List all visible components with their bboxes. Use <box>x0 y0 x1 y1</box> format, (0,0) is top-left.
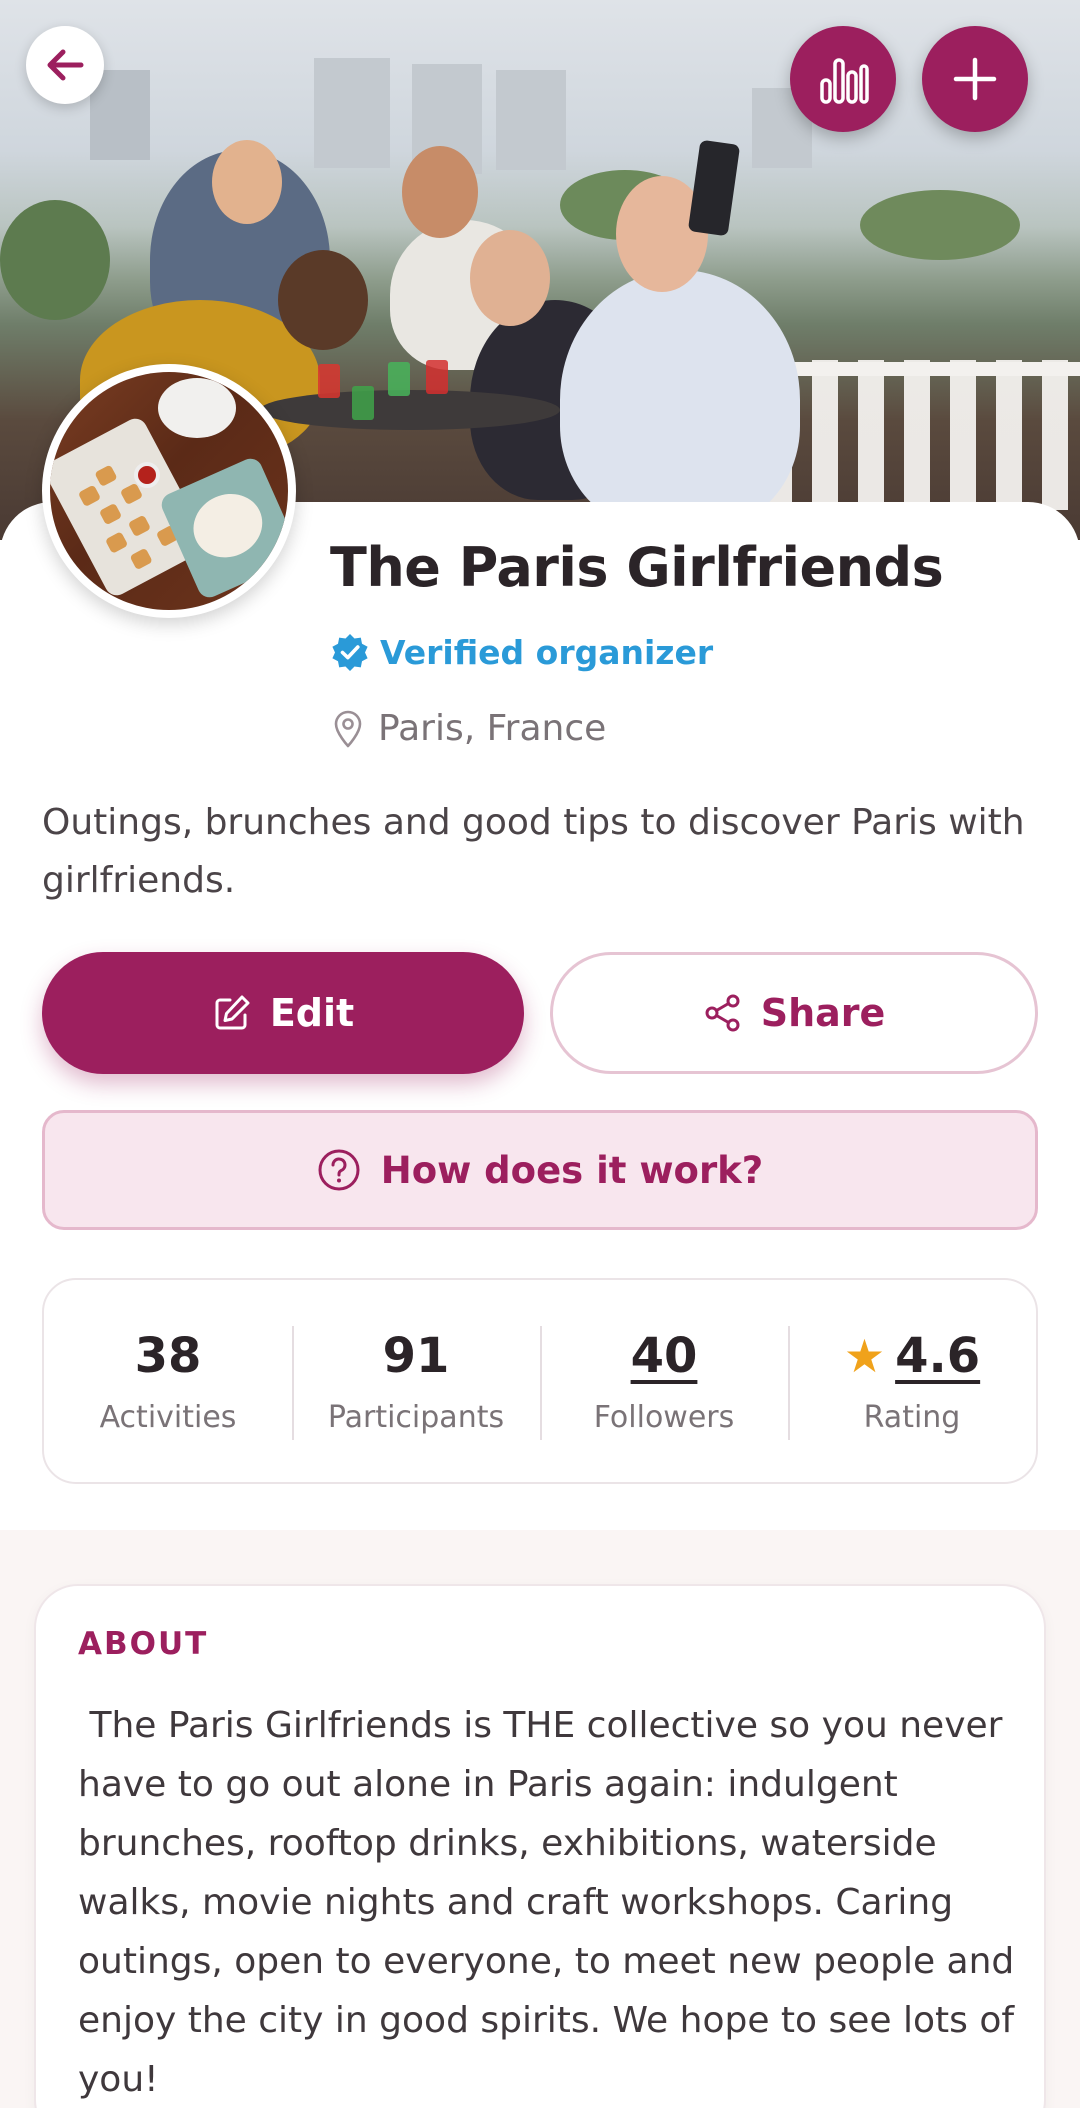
profile-card: The Paris Girlfriends Verified organizer… <box>0 502 1080 1530</box>
stat-participants-label: Participants <box>327 1399 505 1435</box>
share-button[interactable]: Share <box>550 952 1038 1074</box>
plus-icon <box>953 57 997 101</box>
stats-button[interactable] <box>790 26 896 132</box>
stats-panel: 38 Activities 91 Participants 40 Followe… <box>42 1278 1038 1484</box>
stat-followers[interactable]: 40 Followers <box>540 1280 788 1482</box>
how-it-works-button[interactable]: How does it work? <box>42 1110 1038 1230</box>
stat-activities: 38 Activities <box>44 1280 292 1482</box>
add-button[interactable] <box>922 26 1028 132</box>
about-card: ABOUT The Paris Girlfriends is THE colle… <box>34 1584 1046 2108</box>
profile-name: The Paris Girlfriends <box>330 536 944 599</box>
help-circle-icon <box>318 1149 360 1191</box>
avatar <box>42 364 296 618</box>
bar-chart-icon <box>820 58 869 104</box>
edit-button[interactable]: Edit <box>42 952 524 1074</box>
map-pin-icon <box>334 710 362 747</box>
stat-activities-label: Activities <box>99 1399 237 1435</box>
location: Paris, France <box>332 708 606 749</box>
about-title: ABOUT <box>78 1626 209 1662</box>
stat-rating[interactable]: ★ 4.6 Rating <box>788 1280 1036 1482</box>
location-text: Paris, France <box>378 708 607 749</box>
tagline: Outings, brunches and good tips to disco… <box>42 802 1025 901</box>
stat-participants: 91 Participants <box>292 1280 540 1482</box>
stat-rating-value-row[interactable]: ★ 4.6 <box>844 1328 980 1384</box>
stat-participants-value: 91 <box>382 1327 450 1384</box>
star-icon: ★ <box>843 1328 886 1383</box>
verified-badge: Verified organizer <box>330 632 713 672</box>
verified-label: Verified organizer <box>380 632 714 672</box>
verified-badge-icon <box>332 634 368 671</box>
stat-followers-value[interactable]: 40 <box>631 1328 698 1384</box>
stat-rating-label: Rating <box>863 1399 961 1435</box>
share-button-label: Share <box>760 991 886 1035</box>
stat-followers-label: Followers <box>593 1399 735 1435</box>
back-button[interactable] <box>26 26 104 104</box>
edit-button-label: Edit <box>269 991 355 1035</box>
stat-rating-value[interactable]: 4.6 <box>895 1328 980 1384</box>
about-text: The Paris Girlfriends is THE collective … <box>78 1705 1026 2100</box>
how-it-works-label: How does it work? <box>380 1148 764 1192</box>
arrow-left-icon <box>47 49 84 81</box>
stat-activities-value: 38 <box>134 1327 202 1384</box>
share-icon <box>705 994 740 1032</box>
edit-icon <box>215 995 250 1030</box>
